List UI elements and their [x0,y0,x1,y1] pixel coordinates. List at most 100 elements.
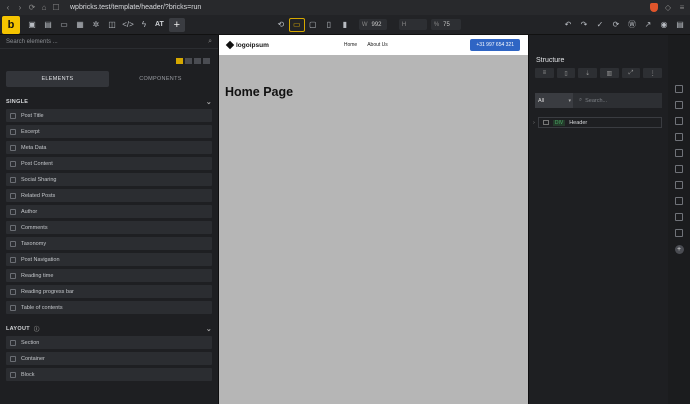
single-element-item-5[interactable]: Related Posts [6,189,212,202]
copy-icon[interactable] [675,229,683,237]
nav-about-link[interactable]: About Us [367,42,388,48]
redo-icon[interactable]: ↷ [576,18,592,32]
elements-icon[interactable]: ▣ [24,18,40,32]
laptop-breakpoint-icon[interactable]: ▢ [305,18,321,32]
element-type-icon [10,128,16,135]
refresh-icon[interactable]: ⟲ [273,18,289,32]
columns-icon[interactable] [675,149,683,157]
bricks-logo-button[interactable]: b [2,15,20,34]
brave-shield-icon[interactable] [650,3,658,12]
structure-search-placeholder: Search... [585,97,608,104]
columns-view-icon[interactable] [203,58,210,64]
grid-view-icon[interactable] [176,58,183,64]
desktop-breakpoint-icon[interactable]: ▭ [288,17,305,32]
element-label: Author [21,208,38,215]
list-icon[interactable] [675,165,683,173]
mobile-breakpoint-icon[interactable]: ▮ [337,18,353,32]
address-bar[interactable]: wpbricks.test/template/header/?bricks=ru… [70,4,201,11]
single-element-item-0[interactable]: Post Title [6,109,212,122]
add-element-button[interactable]: + [168,17,185,32]
clipboard-icon[interactable]: ▯ [556,68,576,78]
single-element-item-12[interactable]: Table of contents [6,301,212,314]
tree-item-box[interactable]: DIV Header [537,117,662,128]
extensions-icon[interactable]: ◇ [664,3,672,12]
collapse-icon[interactable]: ≡ [535,68,554,78]
reload-icon[interactable]: ⟳ [28,3,36,12]
single-element-item-11[interactable]: Reading progress bar [6,285,212,298]
menu-icon[interactable]: ≡ [678,3,686,12]
forward-icon[interactable]: › [16,3,24,12]
element-type-icon [10,160,16,167]
element-label: Reading time [21,272,54,279]
download-icon[interactable]: ⇣ [578,68,598,78]
phone-cta-button[interactable]: +31 997 654 321 [470,39,520,51]
home-icon[interactable]: ⌂ [40,3,48,12]
template-icon[interactable]: ◫ [104,18,120,32]
single-section-header[interactable]: SINGLE ⌄ [0,95,218,109]
single-element-item-7[interactable]: Comments [6,221,212,234]
filter-select[interactable]: All ▾ [535,93,573,108]
media-icon[interactable]: ▦ [72,18,88,32]
more-icon[interactable]: ⋮ [643,68,663,78]
layout-element-item-0[interactable]: Section [6,336,212,349]
globe-icon[interactable] [675,213,683,221]
lightning-icon[interactable]: ϟ [136,18,152,32]
site-header[interactable]: logoipsum Home About Us +31 997 654 321 [219,35,528,55]
single-element-item-8[interactable]: Taxonomy [6,237,212,250]
trash-icon[interactable]: ▥ [600,68,619,78]
single-element-item-9[interactable]: Post Navigation [6,253,212,266]
search-input[interactable]: Search elements ... [6,39,58,45]
save-icon[interactable]: ▤ [672,18,688,32]
page-title[interactable]: Home Page [225,85,528,99]
single-element-item-10[interactable]: Reading time [6,269,212,282]
tab-elements[interactable]: ELEMENTS [6,71,109,87]
single-element-item-1[interactable]: Excerpt [6,125,212,138]
site-logo[interactable]: logoipsum [225,40,269,50]
width-input[interactable]: W 992 [358,19,387,30]
element-search[interactable]: Search elements ... ⌕ [0,35,218,49]
image-icon[interactable] [675,181,683,189]
tree-item[interactable]: › DIV Header [529,117,662,128]
tab-components[interactable]: COMPONENTS [109,71,212,87]
revisions-icon[interactable]: ✓ [592,18,608,32]
single-element-item-6[interactable]: Author [6,205,212,218]
frame-icon[interactable] [675,133,683,141]
layout-element-item-1[interactable]: Container [6,352,212,365]
undo-icon[interactable]: ↶ [560,18,576,32]
code-icon[interactable]: </> [120,18,136,32]
builder-canvas[interactable]: logoipsum Home About Us +31 997 654 321 … [219,35,528,404]
zoom-value: 75 [443,21,450,28]
layout-element-item-2[interactable]: Block [6,368,212,381]
zoom-input[interactable]: % 75 [430,19,461,30]
back-icon[interactable]: ‹ [4,3,12,12]
view-toggles [0,53,218,69]
folder-icon[interactable]: ▭ [56,18,72,32]
preview-eye-icon[interactable]: ◉ [656,18,672,32]
star-icon[interactable] [675,197,683,205]
single-element-item-4[interactable]: Social Sharing [6,173,212,186]
expand-icon[interactable]: ⤢ [621,68,641,78]
nav-home-link[interactable]: Home [344,42,357,48]
list-view-icon[interactable] [185,58,192,64]
panel-icon[interactable] [675,85,683,93]
structure-search-input[interactable]: ⌕ Search... [573,93,662,108]
external-link-icon[interactable]: ↗ [640,18,656,32]
single-element-item-2[interactable]: Meta Data [6,141,212,154]
layout-section-header[interactable]: LAYOUT ⓘ ⌄ [0,322,218,336]
single-element-item-3[interactable]: Post Content [6,157,212,170]
panel-tabs: ELEMENTS COMPONENTS [6,71,212,87]
compact-view-icon[interactable] [194,58,201,64]
box-icon[interactable] [675,117,683,125]
layers-icon[interactable] [675,101,683,109]
tablet-breakpoint-icon[interactable]: ▯ [321,18,337,32]
wordpress-icon[interactable]: Ⓦ [624,18,640,32]
chevron-right-icon[interactable]: › [533,120,535,126]
history-icon[interactable]: ⟳ [608,18,624,32]
height-input[interactable]: H [398,19,427,30]
element-label: Post Navigation [21,256,60,263]
settings-icon[interactable]: ✲ [88,18,104,32]
bookmark-icon[interactable]: ☐ [52,3,60,12]
page-icon[interactable]: ▤ [40,18,56,32]
add-icon[interactable]: + [674,245,684,254]
ai-text-button[interactable]: AT [152,21,167,28]
